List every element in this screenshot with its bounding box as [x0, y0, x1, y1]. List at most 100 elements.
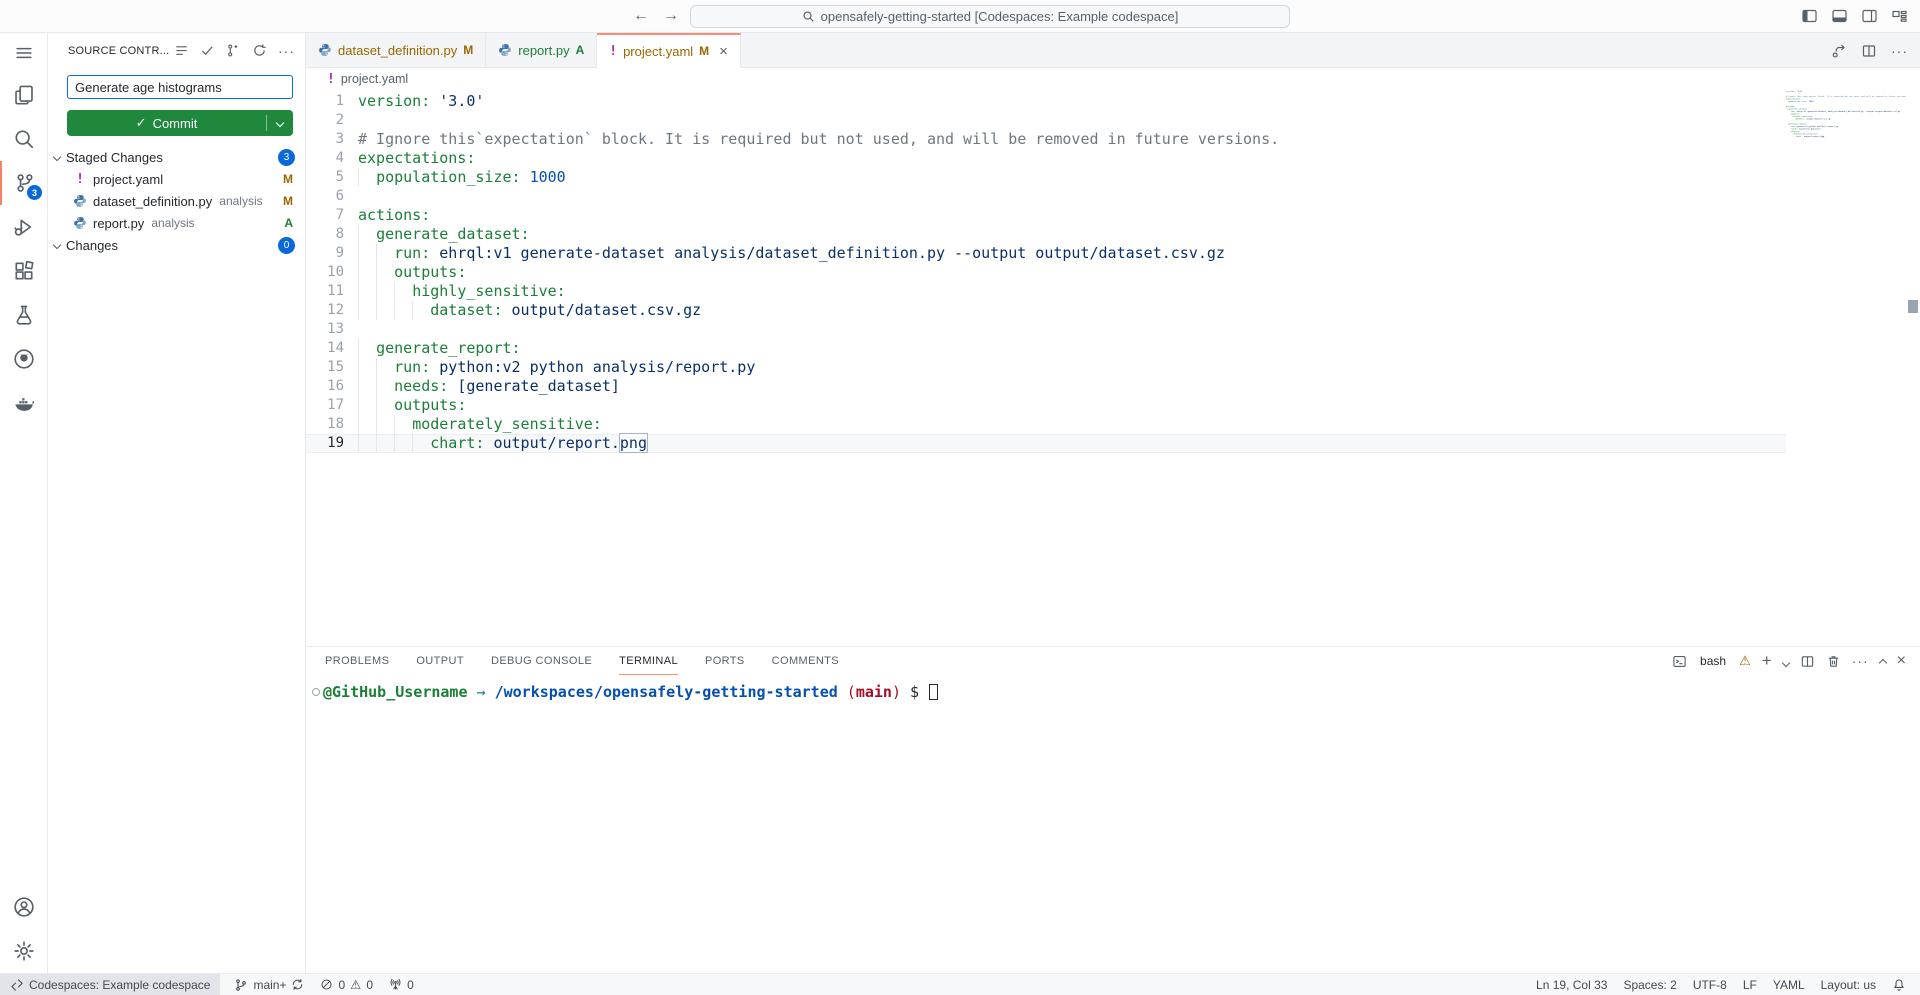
open-changes-icon[interactable] [1831, 43, 1847, 59]
overview-ruler[interactable] [1906, 68, 1920, 646]
chevron-down-icon [53, 241, 61, 249]
activity-search[interactable] [0, 117, 48, 161]
commit-dropdown-button[interactable] [267, 120, 293, 126]
activity-extensions[interactable] [0, 249, 48, 293]
view-as-list-icon[interactable] [174, 43, 189, 58]
code-line: 14 generate_report: [306, 339, 1786, 358]
bash-terminal-icon[interactable] [1672, 654, 1687, 669]
terminal-command-decoration[interactable] [312, 688, 320, 696]
scm-section-changes[interactable]: Changes0 [48, 234, 305, 256]
scm-file-project.yaml[interactable]: !project.yamlM [48, 168, 305, 190]
command-center-search[interactable]: opensafely-getting-started [Codespaces: … [690, 5, 1290, 28]
back-icon[interactable]: ← [633, 7, 649, 25]
code-area[interactable]: 1version: '3.0'23# Ignore this`expectati… [306, 92, 1786, 646]
line-number: 5 [306, 168, 352, 187]
activity-explorer[interactable] [0, 73, 48, 117]
split-terminal-icon[interactable] [1800, 654, 1815, 669]
editor[interactable]: ! project.yaml 1version: '3.0'23# Ignore… [306, 68, 1920, 646]
commit-check-icon[interactable] [200, 43, 215, 58]
search-text: opensafely-getting-started [Codespaces: … [821, 9, 1179, 24]
sync-icon [291, 978, 304, 991]
customize-layout-icon[interactable] [1891, 8, 1908, 24]
line-number: 10 [306, 263, 352, 282]
create-branch-icon[interactable] [226, 43, 241, 58]
split-editor-icon[interactable] [1861, 43, 1877, 59]
panel-tab-comments[interactable]: COMMENTS [772, 647, 839, 675]
toggle-panel-icon[interactable] [1831, 8, 1848, 24]
activity-settings[interactable] [0, 929, 48, 973]
activity-source-control[interactable]: 3 [0, 161, 48, 205]
panel-tab-ports[interactable]: PORTS [705, 647, 745, 675]
code-line: 16 needs: [generate_dataset] [306, 377, 1786, 396]
code-line: 7actions: [306, 206, 1786, 225]
code-line: 15 run: python:v2 python analysis/report… [306, 358, 1786, 377]
minimap[interactable]: version: '3.0' # Ignore this`expectation… [1786, 90, 1906, 646]
remote-icon [10, 978, 24, 992]
maximize-panel-icon[interactable] [1880, 654, 1886, 669]
keyboard-layout[interactable]: Layout: us [1813, 974, 1884, 995]
search-icon [802, 10, 815, 23]
problems-status[interactable]: 0⚠0 [312, 974, 381, 995]
git-status-letter: M [283, 194, 293, 208]
kill-terminal-icon[interactable] [1826, 654, 1841, 669]
code-line: 8 generate_dataset: [306, 225, 1786, 244]
language-mode[interactable]: YAML [1765, 974, 1813, 995]
forward-icon[interactable]: → [663, 7, 679, 25]
git-status-letter: A [576, 43, 585, 57]
eol[interactable]: LF [1735, 974, 1765, 995]
section-count-badge: 3 [278, 149, 295, 166]
panel-tab-problems[interactable]: PROBLEMS [325, 647, 389, 675]
terminal-toolbar: bash ⚠ + ··· × [1672, 647, 1906, 675]
activity-github[interactable] [0, 337, 48, 381]
commit-button[interactable]: ✓ Commit [67, 110, 293, 136]
toggle-primary-sidebar-icon[interactable] [1801, 8, 1818, 24]
indentation[interactable]: Spaces: 2 [1615, 974, 1684, 995]
branch-status[interactable]: main+ [226, 974, 312, 995]
scm-file-dataset_definition.py[interactable]: dataset_definition.pyanalysisM [48, 190, 305, 212]
panel-more-actions-icon[interactable]: ··· [1852, 653, 1869, 669]
branch-icon [234, 978, 248, 992]
remote-indicator[interactable]: Codespaces: Example codespace [0, 974, 220, 995]
toggle-secondary-sidebar-icon[interactable] [1861, 8, 1878, 24]
line-number: 2 [306, 111, 352, 130]
code-line: 18 moderately_sensitive: [306, 415, 1786, 434]
code-line: 3# Ignore this`expectation` block. It is… [306, 130, 1786, 149]
close-tab-icon[interactable]: × [719, 43, 728, 60]
scm-file-report.py[interactable]: report.pyanalysisA [48, 212, 305, 234]
commit-message-input[interactable] [67, 75, 293, 99]
git-status-letter: M [283, 172, 293, 186]
activity-testing[interactable] [0, 293, 48, 337]
overview-ruler-marker [1908, 300, 1918, 313]
activity-menu[interactable] [0, 33, 48, 73]
activity-run-debug[interactable] [0, 205, 48, 249]
terminal-dropdown-icon[interactable] [1783, 654, 1789, 669]
terminal-prompt[interactable]: @GitHub_Username → /workspaces/opensafel… [323, 683, 938, 702]
new-terminal-icon[interactable]: + [1762, 651, 1772, 671]
shell-warning-icon[interactable]: ⚠ [1739, 653, 1751, 669]
tab-project.yaml[interactable]: !project.yamlM× [597, 33, 741, 68]
chevron-down-icon [53, 153, 61, 161]
shell-label[interactable]: bash [1700, 654, 1726, 668]
ports-status[interactable]: 0 [381, 974, 422, 995]
activity-account[interactable] [0, 885, 48, 929]
scm-section-staged-changes[interactable]: Staged Changes3 [48, 146, 305, 168]
cursor-position[interactable]: Ln 19, Col 33 [1528, 974, 1615, 995]
tab-dataset_definition.py[interactable]: dataset_definition.pyM [306, 33, 486, 67]
close-panel-icon[interactable]: × [1897, 652, 1906, 670]
more-actions-icon[interactable]: ··· [278, 43, 295, 59]
encoding[interactable]: UTF-8 [1685, 974, 1735, 995]
commit-button-label: Commit [153, 116, 198, 131]
panel-tab-debug-console[interactable]: DEBUG CONSOLE [491, 647, 592, 675]
code-line: 2 [306, 111, 1786, 130]
editor-more-actions-icon[interactable]: ··· [1891, 43, 1908, 59]
git-status-letter: M [699, 44, 709, 58]
breadcrumb-file: project.yaml [341, 72, 408, 86]
refresh-icon[interactable] [252, 43, 267, 58]
activity-docker[interactable] [0, 381, 48, 425]
terminal-cursor [929, 684, 938, 700]
panel-tab-terminal[interactable]: TERMINAL [619, 647, 678, 675]
breadcrumb[interactable]: ! project.yaml [306, 68, 408, 90]
panel-tab-output[interactable]: OUTPUT [416, 647, 464, 675]
tab-report.py[interactable]: report.pyA [486, 33, 597, 67]
notifications[interactable] [1884, 974, 1914, 995]
